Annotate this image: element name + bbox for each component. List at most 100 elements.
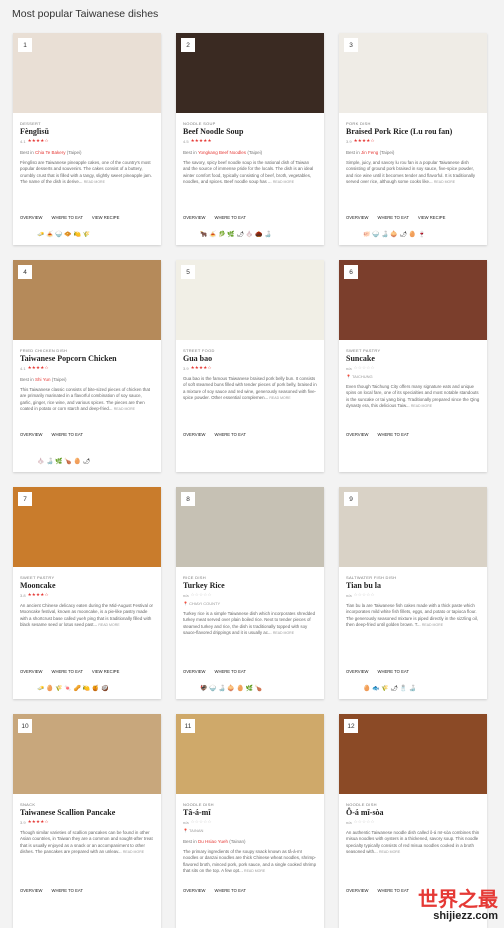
dish-title[interactable]: Braised Pork Rice (Lu rou fan): [346, 127, 480, 136]
ingredient-icons[interactable]: 🦃 🍚 🍶 🧅 🥚 🌿 🍗: [200, 685, 316, 692]
where-to-eat-link[interactable]: WHERE TO EAT: [52, 888, 83, 893]
rating-value: n/a: [183, 819, 189, 825]
dish-title[interactable]: Mooncake: [20, 581, 154, 590]
dish-image[interactable]: [176, 487, 324, 567]
dish-card[interactable]: 4 FRIED CHICKEN DISH Taiwanese Popcorn Chi…: [13, 260, 161, 472]
where-to-eat-link[interactable]: WHERE TO EAT: [378, 888, 409, 893]
dish-description: An ancient Chinese delicacy eaten during…: [20, 603, 154, 629]
ingredient-icons[interactable]: 🧈 🍝 🍚 🧇 🍋 🌾: [37, 231, 153, 238]
overview-link[interactable]: OVERVIEW: [183, 432, 206, 437]
dish-card[interactable]: 11 NOODLE DISH Tâ-á-mī n/a ☆☆☆☆☆ 📍 TAINAN Best…: [176, 714, 324, 928]
dish-image[interactable]: [339, 260, 487, 340]
dish-card[interactable]: 1 DESSERT Fènglìsū 4.1 ★★★★☆ Best in Chia Te …: [13, 33, 161, 245]
best-in-place[interactable]: Yongkang Beef Noodles: [198, 150, 246, 155]
where-to-eat-link[interactable]: WHERE TO EAT: [378, 669, 409, 674]
dish-card[interactable]: 7 SWEET PASTRY Mooncake 3.8 ★★★★☆ An ancient …: [13, 487, 161, 699]
dish-image[interactable]: [339, 33, 487, 113]
where-to-eat-link[interactable]: WHERE TO EAT: [215, 669, 246, 674]
dish-title[interactable]: Tian bu la: [346, 581, 480, 590]
overview-link[interactable]: OVERVIEW: [346, 888, 369, 893]
best-in-place[interactable]: Chia Te Bakery: [35, 150, 65, 155]
dish-card[interactable]: 5 STREET FOOD Gua bao 3.9 ★★★★☆ Gua bao is th…: [176, 260, 324, 472]
dish-title[interactable]: Fènglìsū: [20, 127, 154, 136]
where-to-eat-link[interactable]: WHERE TO EAT: [215, 432, 246, 437]
overview-link[interactable]: OVERVIEW: [183, 215, 206, 220]
rating-value: 3.9: [346, 138, 352, 144]
dish-image[interactable]: [176, 33, 324, 113]
dish-title[interactable]: Taiwanese Scallion Pancake: [20, 808, 154, 817]
where-to-eat-link[interactable]: WHERE TO EAT: [215, 888, 246, 893]
dish-title[interactable]: Gua bao: [183, 354, 317, 363]
where-to-eat-link[interactable]: WHERE TO EAT: [52, 669, 83, 674]
read-more-link[interactable]: READ MORE: [114, 407, 135, 411]
star-icons: ★★★★☆: [190, 365, 212, 370]
dish-description: Even though Taichung City offers many si…: [346, 384, 480, 410]
dish-title[interactable]: Beef Noodle Soup: [183, 127, 317, 136]
read-more-link[interactable]: READ MORE: [422, 623, 443, 627]
dish-title[interactable]: Tâ-á-mī: [183, 808, 317, 817]
overview-link[interactable]: OVERVIEW: [183, 888, 206, 893]
best-in-place[interactable]: Du Hsiao Yueh: [198, 839, 228, 844]
dish-title[interactable]: Suncake: [346, 354, 480, 363]
dish-image[interactable]: [13, 714, 161, 794]
dish-image[interactable]: [13, 487, 161, 567]
where-to-eat-link[interactable]: WHERE TO EAT: [378, 432, 409, 437]
star-icons: ☆☆☆☆☆: [353, 592, 375, 597]
dish-card[interactable]: 9 SALTWATER FISH DISH Tian bu la n/a ☆☆☆☆☆ Ti…: [339, 487, 487, 699]
dish-title[interactable]: Taiwanese Popcorn Chicken: [20, 354, 154, 363]
best-in-place[interactable]: Shi Yun: [35, 377, 50, 382]
dish-card[interactable]: 8 RICE DISH Turkey Rice n/a ☆☆☆☆☆ 📍 CHIAYI CO…: [176, 487, 324, 699]
read-more-link[interactable]: READ MORE: [273, 631, 294, 635]
read-more-link[interactable]: READ MORE: [98, 623, 119, 627]
ingredient-icons[interactable]: 🐂 🍝 🥬 🌿 🌶 🧄 🌰 🍶: [200, 231, 316, 238]
dish-title[interactable]: Turkey Rice: [183, 581, 317, 590]
dish-image[interactable]: [13, 260, 161, 340]
overview-link[interactable]: OVERVIEW: [20, 215, 43, 220]
read-more-link[interactable]: READ MORE: [273, 180, 294, 184]
dish-card[interactable]: 3 PORK DISH Braised Pork Rice (Lu rou fan)…: [339, 33, 487, 245]
ingredient-icons[interactable]: 🧄 🍶 🌿 🍗 🥚 🌶: [37, 458, 153, 465]
view-recipe-link[interactable]: VIEW RECIPE: [418, 215, 445, 220]
read-more-link[interactable]: READ MORE: [84, 180, 105, 184]
best-in-city: (Taipei): [247, 150, 263, 155]
where-to-eat-link[interactable]: WHERE TO EAT: [52, 215, 83, 220]
star-icons: ☆☆☆☆☆: [353, 819, 375, 824]
view-recipe-link[interactable]: VIEW RECIPE: [92, 669, 119, 674]
dish-image[interactable]: [13, 33, 161, 113]
ingredient-icons[interactable]: 🧈 🥚 🌾 🍬 🥜 🍋 🍯 🥥: [37, 685, 153, 692]
overview-link[interactable]: OVERVIEW: [20, 432, 43, 437]
where-to-eat-link[interactable]: WHERE TO EAT: [378, 215, 409, 220]
watermark: 世界之最 shijiezz.com: [418, 888, 498, 922]
read-more-link[interactable]: READ MORE: [434, 180, 455, 184]
rating-value: n/a: [346, 819, 352, 825]
dish-card[interactable]: 6 SWEET PASTRY Suncake n/a ☆☆☆☆☆ 📍 TAICHUNG Ev…: [339, 260, 487, 472]
ingredient-icons[interactable]: 🐖 🍚 🍶 🧅 🌶 🥚 🍷: [363, 231, 479, 238]
read-more-link[interactable]: READ MORE: [244, 869, 265, 873]
where-to-eat-link[interactable]: WHERE TO EAT: [52, 432, 83, 437]
dish-image[interactable]: [339, 714, 487, 794]
star-icons: ★★★★☆: [27, 365, 49, 370]
overview-link[interactable]: OVERVIEW: [20, 888, 43, 893]
read-more-link[interactable]: READ MORE: [379, 850, 400, 854]
where-to-eat-link[interactable]: WHERE TO EAT: [215, 215, 246, 220]
dish-image[interactable]: [339, 487, 487, 567]
ingredient-icons[interactable]: 🥚 🐟 🌾 🌶 🧂 🍶: [363, 685, 479, 692]
rank-number: 3: [344, 38, 358, 52]
best-in-place[interactable]: Jin Feng: [361, 150, 378, 155]
dish-image[interactable]: [176, 714, 324, 794]
description-text: Gua bao is the famous Taiwanese braised …: [183, 376, 317, 401]
view-recipe-link[interactable]: VIEW RECIPE: [92, 215, 119, 220]
read-more-link[interactable]: READ MORE: [269, 396, 290, 400]
overview-link[interactable]: OVERVIEW: [346, 669, 369, 674]
read-more-link[interactable]: READ MORE: [411, 404, 432, 408]
dish-image[interactable]: [176, 260, 324, 340]
overview-link[interactable]: OVERVIEW: [20, 669, 43, 674]
dish-category: RICE DISH: [183, 575, 206, 580]
dish-card[interactable]: 2 NOODLE SOUP Beef Noodle Soup 4.5 ★★★★★ Best…: [176, 33, 324, 245]
overview-link[interactable]: OVERVIEW: [346, 215, 369, 220]
dish-card[interactable]: 10 SNACK Taiwanese Scallion Pancake 3.9 ★★★★…: [13, 714, 161, 928]
overview-link[interactable]: OVERVIEW: [183, 669, 206, 674]
overview-link[interactable]: OVERVIEW: [346, 432, 369, 437]
read-more-link[interactable]: READ MORE: [123, 850, 144, 854]
dish-title[interactable]: Ô-á mī-sòa: [346, 808, 480, 817]
